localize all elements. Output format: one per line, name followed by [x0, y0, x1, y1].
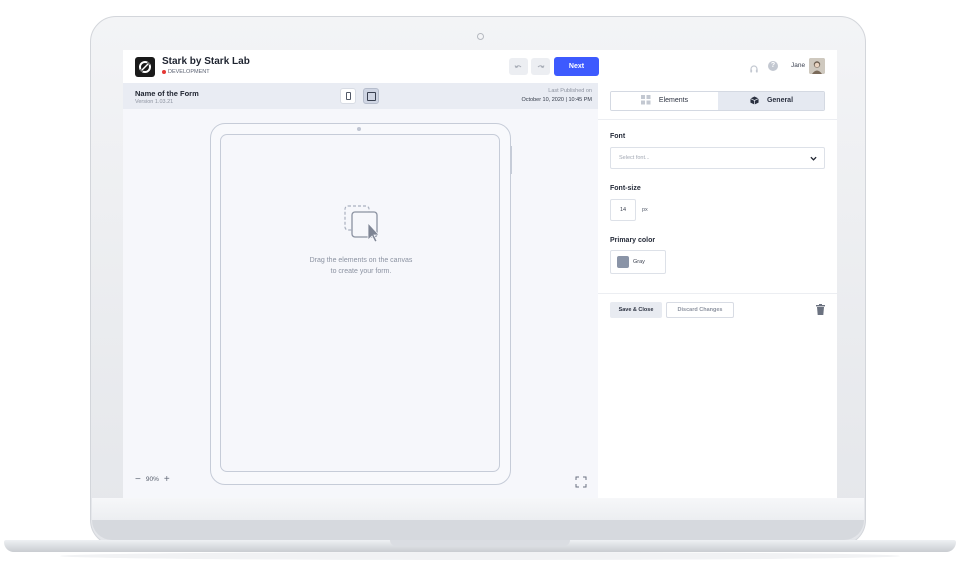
primary-color-label: Primary color — [610, 237, 656, 244]
tablet-side-button — [510, 146, 512, 174]
discard-changes-button[interactable]: Discard Changes — [666, 302, 734, 318]
font-size-label: Font-size — [610, 185, 641, 192]
laptop-notch — [390, 540, 570, 546]
tablet-icon — [367, 92, 376, 101]
zoom-out-button[interactable]: − — [135, 474, 141, 485]
webcam — [477, 33, 484, 40]
tab-general-label: General — [766, 97, 794, 104]
phone-icon — [346, 92, 351, 100]
tab-general[interactable]: General — [718, 92, 824, 110]
empty-canvas-line-1: Drag the elements on the canvas — [309, 257, 413, 264]
tablet-preview-button[interactable] — [363, 88, 379, 104]
empty-canvas-message: Drag the elements on the canvas to creat… — [241, 255, 481, 277]
app-screen: Stark by Stark Lab DEVELOPMENT Next ? Ja… — [123, 50, 837, 498]
drop-zone[interactable]: Drag the elements on the canvas to creat… — [220, 134, 500, 472]
last-published-date: October 10, 2020 | 10:45 PM — [521, 97, 592, 103]
empty-canvas-line-2: to create your form. — [330, 268, 392, 275]
font-size-unit: px — [642, 207, 648, 213]
tab-elements[interactable]: Elements — [611, 92, 718, 110]
tab-elements-label: Elements — [658, 97, 689, 104]
fullscreen-icon[interactable] — [575, 476, 587, 488]
trash-icon[interactable] — [816, 304, 825, 315]
top-bar: Stark by Stark Lab DEVELOPMENT Next ? Ja… — [123, 50, 837, 83]
save-close-button[interactable]: Save & Close — [610, 302, 662, 318]
settings-panel: Elements General Font Select font... Fon… — [598, 83, 837, 498]
font-select-placeholder: Select font... — [619, 155, 650, 161]
laptop-hinge — [92, 520, 864, 540]
divider — [598, 119, 837, 120]
zoom-control: −90% + — [135, 474, 170, 485]
help-icon[interactable]: ? — [768, 61, 778, 71]
font-size-input[interactable]: 14 — [610, 199, 636, 221]
form-header: Name of the Form Version 1.03.21 Last Pu… — [123, 83, 598, 109]
cube-icon — [750, 96, 759, 105]
font-select[interactable]: Select font... — [610, 147, 825, 169]
redo-icon — [537, 65, 545, 69]
tablet-frame: Drag the elements on the canvas to creat… — [210, 123, 512, 485]
form-canvas[interactable]: Name of the Form Version 1.03.21 Last Pu… — [123, 83, 598, 498]
bottom-bezel — [92, 498, 864, 520]
avatar[interactable] — [809, 58, 825, 74]
brand-title: Stark by Stark Lab — [162, 56, 250, 67]
form-name[interactable]: Name of the Form — [135, 89, 199, 98]
brand-logo-icon — [135, 57, 155, 77]
form-version: Version 1.03.21 — [135, 99, 174, 105]
undo-icon — [514, 65, 522, 69]
primary-color-picker[interactable]: Gray — [610, 250, 666, 274]
phone-preview-button[interactable] — [340, 88, 356, 104]
divider — [598, 293, 837, 294]
username[interactable]: Jane — [791, 62, 805, 69]
tablet-camera — [357, 127, 361, 131]
panel-tabs: Elements General — [610, 91, 825, 111]
redo-button[interactable] — [531, 58, 550, 75]
environment-badge: DEVELOPMENT — [162, 69, 210, 75]
next-button[interactable]: Next — [554, 57, 599, 76]
color-swatch — [617, 256, 629, 268]
chevron-down-icon — [810, 156, 817, 161]
environment-label: DEVELOPMENT — [168, 69, 210, 75]
status-dot-icon — [162, 69, 166, 74]
laptop-mockup: Stark by Stark Lab DEVELOPMENT Next ? Ja… — [0, 0, 960, 572]
grid-icon — [640, 95, 651, 105]
undo-button[interactable] — [509, 58, 528, 75]
zoom-in-button[interactable]: + — [164, 474, 170, 485]
primary-color-name: Gray — [633, 259, 645, 265]
drag-elements-icon — [344, 205, 380, 243]
last-published-label: Last Published on — [548, 88, 592, 94]
font-label: Font — [610, 133, 626, 140]
headset-icon[interactable] — [749, 61, 759, 73]
zoom-level: 90% — [145, 476, 159, 483]
laptop-shadow — [60, 552, 900, 560]
